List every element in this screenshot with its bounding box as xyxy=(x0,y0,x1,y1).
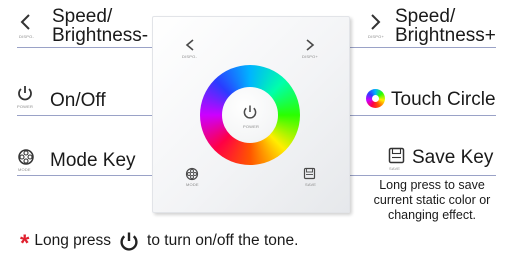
panel-caption-mode: MODE xyxy=(186,182,199,187)
power-icon-label xyxy=(18,86,32,101)
mode-icon-label xyxy=(18,149,34,165)
label-speed-left: Speed/ xyxy=(52,6,113,27)
panel-caption-save: SAVE xyxy=(305,182,317,187)
label-speed-right: Speed/ xyxy=(395,6,456,27)
footer-note: * Long press to turn on/off the tone. xyxy=(20,230,299,257)
connector-mode-key xyxy=(17,175,174,176)
panel-caption-dispo-minus: DISPO- xyxy=(182,54,197,59)
save-note-line-1: Long press to save xyxy=(379,178,485,192)
power-icon-footer xyxy=(120,232,138,251)
chevron-right-icon-label xyxy=(371,14,381,30)
save-key-note: Long press to save current static color … xyxy=(352,178,512,223)
label-caption-dispo-minus: DISPO- xyxy=(19,34,34,39)
label-on-off: On/Off xyxy=(50,90,106,111)
footer-text-after: to turn on/off the tone. xyxy=(147,232,299,249)
connector-speed-right xyxy=(328,47,496,48)
label-brightness-plus: Brightness+ xyxy=(395,25,496,46)
label-caption-save: SAVE xyxy=(389,166,401,171)
save-note-line-2: current static color or xyxy=(373,193,491,207)
panel-caption-dispo-plus: DISPO+ xyxy=(302,54,318,59)
mode-icon[interactable] xyxy=(185,167,199,181)
label-mode-key: Mode Key xyxy=(50,150,136,171)
connector-speed-left xyxy=(17,47,172,48)
color-wheel-icon-hole xyxy=(372,95,379,102)
power-icon[interactable] xyxy=(241,103,259,121)
label-brightness-minus: Brightness- xyxy=(52,25,149,46)
save-icon-label xyxy=(388,147,405,164)
chevron-right-icon[interactable] xyxy=(304,38,316,52)
label-save-key: Save Key xyxy=(412,147,494,168)
asterisk-mark: * xyxy=(20,230,30,257)
label-caption-mode: MODE xyxy=(18,167,31,172)
label-caption-dispo-plus: DISPO+ xyxy=(368,34,384,39)
save-note-line-3: changing effect. xyxy=(387,208,477,222)
chevron-left-icon-label xyxy=(20,14,30,30)
save-icon[interactable] xyxy=(303,167,316,180)
label-touch-circle: Touch Circle xyxy=(391,89,496,110)
chevron-left-icon[interactable] xyxy=(184,38,196,52)
connector-save-key xyxy=(327,175,496,176)
footer-text-before: Long press xyxy=(34,232,112,249)
label-caption-power: POWER xyxy=(17,104,34,109)
panel-caption-power: POWER xyxy=(243,124,260,129)
